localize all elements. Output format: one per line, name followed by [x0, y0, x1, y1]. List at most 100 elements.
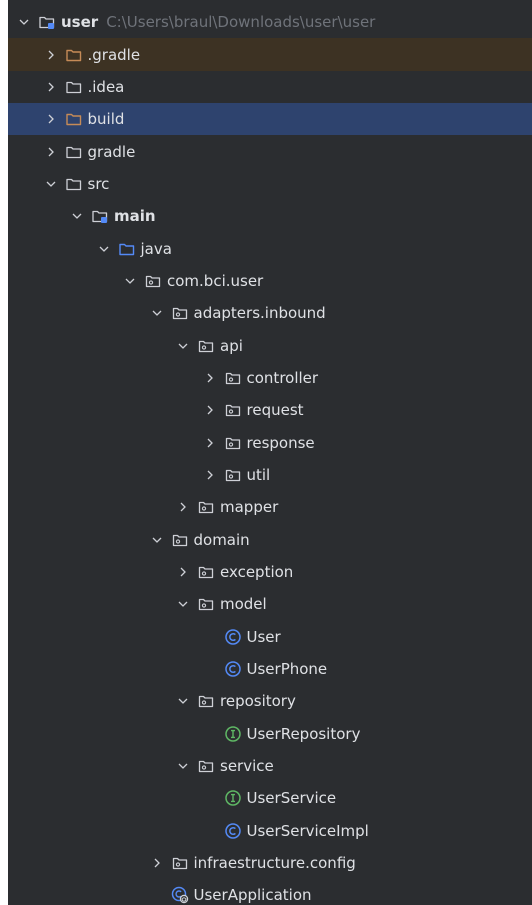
- project-tree: user C:\Users\braul\Downloads\user\user …: [8, 6, 532, 905]
- tree-row-api[interactable]: api: [8, 329, 532, 361]
- project-path: C:\Users\braul\Downloads\user\user: [106, 13, 376, 32]
- tree-row-userrepository[interactable]: UserRepository: [8, 718, 532, 750]
- tree-row-src[interactable]: src: [8, 168, 532, 200]
- tree-item-label: adapters.inbound: [193, 304, 326, 323]
- package-icon: [224, 369, 242, 387]
- chevron-right-icon[interactable]: [175, 564, 191, 580]
- source-folder-icon: [118, 240, 136, 258]
- chevron-right-icon[interactable]: [202, 467, 218, 483]
- tree-item-label: infraestructure.config: [193, 854, 356, 873]
- chevron-down-icon[interactable]: [175, 338, 191, 354]
- tree-row-idea[interactable]: .idea: [8, 71, 532, 103]
- module-folder-icon: [91, 207, 109, 225]
- tree-item-label: .gradle: [87, 45, 141, 64]
- module-folder-icon: [38, 13, 56, 31]
- package-icon: [144, 272, 162, 290]
- tree-row-gradle[interactable]: gradle: [8, 135, 532, 167]
- package-icon: [224, 401, 242, 419]
- tree-item-label: response: [246, 433, 315, 452]
- chevron-down-icon[interactable]: [122, 273, 138, 289]
- tree-row-response[interactable]: response: [8, 426, 532, 458]
- tree-row-infraestructure-config[interactable]: infraestructure.config: [8, 847, 532, 879]
- tree-item-label: com.bci.user: [167, 271, 264, 290]
- tree-row-com-bci-user[interactable]: com.bci.user: [8, 265, 532, 297]
- chevron-down-icon[interactable]: [149, 532, 165, 548]
- package-icon: [197, 337, 215, 355]
- tree-row-gradle[interactable]: .gradle: [8, 38, 532, 71]
- class-icon: [224, 660, 242, 678]
- tree-item-label: mapper: [220, 498, 279, 517]
- chevron-right-icon[interactable]: [149, 855, 165, 871]
- chevron-right-icon[interactable]: [202, 435, 218, 451]
- chevron-down-icon[interactable]: [43, 176, 59, 192]
- tree-row-model[interactable]: model: [8, 588, 532, 620]
- tree-row-build[interactable]: build: [8, 103, 532, 136]
- tree-row-user[interactable]: User: [8, 621, 532, 653]
- tree-row-service[interactable]: service: [8, 750, 532, 782]
- tree-row-userphone[interactable]: UserPhone: [8, 653, 532, 685]
- chevron-down-icon[interactable]: [16, 14, 32, 30]
- class-icon: [224, 628, 242, 646]
- tree-item-label: exception: [220, 563, 294, 582]
- tree-row-main[interactable]: main: [8, 200, 532, 232]
- class-icon: [224, 822, 242, 840]
- interface-icon: [224, 725, 242, 743]
- package-icon: [224, 434, 242, 452]
- package-icon: [197, 595, 215, 613]
- package-icon: [197, 757, 215, 775]
- project-name: user: [61, 13, 99, 32]
- tree-item-label: domain: [193, 530, 250, 549]
- tree-item-label: model: [220, 595, 267, 614]
- tree-item-label: request: [246, 401, 304, 420]
- tree-row-exception[interactable]: exception: [8, 556, 532, 588]
- package-icon: [197, 692, 215, 710]
- spring-boot-class-icon: [171, 886, 189, 904]
- chevron-right-icon[interactable]: [43, 47, 59, 63]
- chevron-down-icon[interactable]: [175, 758, 191, 774]
- tree-row-userapplication[interactable]: UserApplication: [8, 879, 532, 905]
- tree-item-label: User: [246, 627, 281, 646]
- tree-row-request[interactable]: request: [8, 394, 532, 426]
- tree-row-root[interactable]: user C:\Users\braul\Downloads\user\user: [8, 6, 532, 38]
- chevron-down-icon[interactable]: [175, 693, 191, 709]
- chevron-down-icon[interactable]: [149, 305, 165, 321]
- chevron-right-icon[interactable]: [175, 499, 191, 515]
- tree-row-controller[interactable]: controller: [8, 362, 532, 394]
- tree-row-userservice[interactable]: UserService: [8, 782, 532, 814]
- tree-item-label: .idea: [87, 77, 125, 96]
- tree-row-mapper[interactable]: mapper: [8, 491, 532, 523]
- folder-icon: [65, 143, 83, 161]
- tree-row-userserviceimpl[interactable]: UserServiceImpl: [8, 815, 532, 847]
- folder-orange-icon: [65, 46, 83, 64]
- package-icon: [224, 466, 242, 484]
- tree-item-label: util: [246, 465, 271, 484]
- interface-icon: [224, 789, 242, 807]
- package-icon: [197, 498, 215, 516]
- chevron-right-icon[interactable]: [43, 144, 59, 160]
- folder-orange-icon: [65, 110, 83, 128]
- chevron-right-icon[interactable]: [202, 370, 218, 386]
- chevron-right-icon[interactable]: [43, 79, 59, 95]
- tree-row-adapters-inbound[interactable]: adapters.inbound: [8, 297, 532, 329]
- tree-item-label: api: [220, 336, 243, 355]
- tree-item-label: UserServiceImpl: [246, 821, 369, 840]
- tree-row-domain[interactable]: domain: [8, 524, 532, 556]
- tree-item-label: UserApplication: [193, 886, 312, 905]
- tree-item-label: main: [114, 207, 156, 226]
- package-icon: [171, 854, 189, 872]
- chevron-right-icon[interactable]: [43, 111, 59, 127]
- tree-item-label: controller: [246, 368, 319, 387]
- chevron-down-icon[interactable]: [69, 208, 85, 224]
- chevron-down-icon[interactable]: [96, 241, 112, 257]
- tree-item-label: UserRepository: [246, 724, 361, 743]
- tree-row-util[interactable]: util: [8, 459, 532, 491]
- folder-icon: [65, 175, 83, 193]
- chevron-right-icon[interactable]: [202, 402, 218, 418]
- tree-item-label: UserService: [246, 789, 337, 808]
- project-tool-window: user C:\Users\braul\Downloads\user\user …: [8, 0, 532, 905]
- chevron-down-icon[interactable]: [175, 596, 191, 612]
- tree-item-label: gradle: [87, 142, 136, 161]
- package-icon: [197, 563, 215, 581]
- tree-row-repository[interactable]: repository: [8, 685, 532, 717]
- tree-row-java[interactable]: java: [8, 232, 532, 264]
